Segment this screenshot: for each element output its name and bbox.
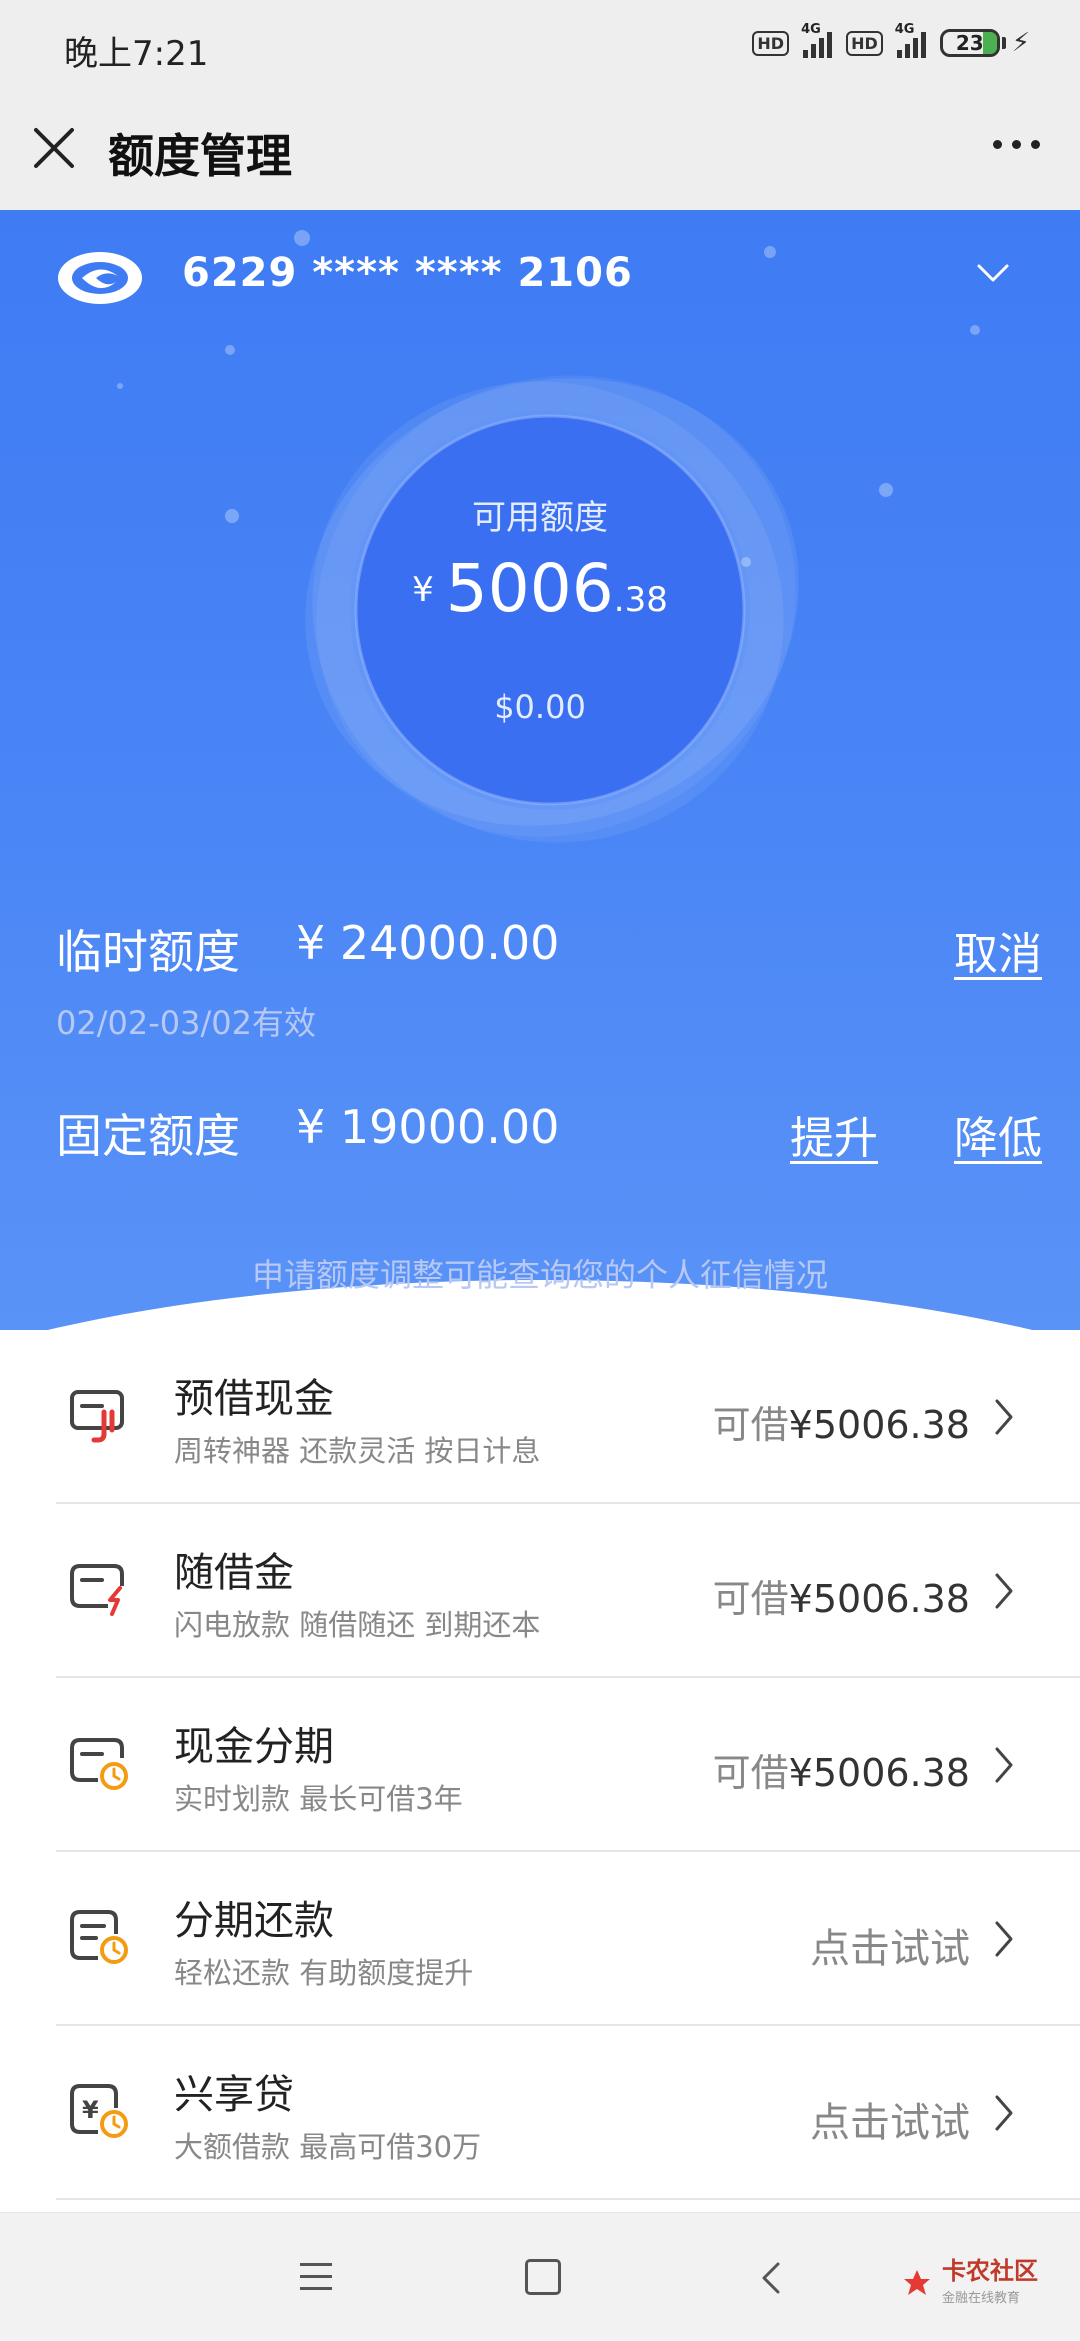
close-icon[interactable] xyxy=(30,124,78,172)
amount-integer: 5006 xyxy=(445,550,614,627)
item-value: ¥5006.38 xyxy=(788,1403,970,1447)
chevron-right-icon xyxy=(995,2095,1013,2131)
chevron-right-icon xyxy=(995,1921,1013,1957)
item-subtitle: 周转神器 还款灵活 按日计息 xyxy=(174,1434,541,1468)
fixed-limit-label: 固定额度 xyxy=(56,1109,240,1163)
list-item[interactable]: ¥ 兴享贷 大额借款 最高可借30万 点击试试 xyxy=(0,2026,1080,2200)
available-credit-label: 可用额度 xyxy=(472,498,608,538)
instant-loan-icon xyxy=(70,1564,124,1616)
usd-credit-amount: $0.00 xyxy=(494,688,586,726)
list-item[interactable]: 预借现金 周转神器 还款灵活 按日计息 可借¥5006.38 xyxy=(0,1330,1080,1504)
loan-product-list: 预借现金 周转神器 还款灵活 按日计息 可借¥5006.38 随借金 闪电放款 … xyxy=(0,1330,1080,2200)
home-icon[interactable] xyxy=(525,2259,561,2295)
item-action: 点击试试 xyxy=(810,1926,970,1972)
amount-decimal: .38 xyxy=(613,580,668,620)
nav-bar: 额度管理 xyxy=(0,98,1080,210)
temp-limit-label: 临时额度 xyxy=(56,925,240,979)
hd-icon: HD xyxy=(846,30,883,56)
cash-installment-icon xyxy=(70,1738,128,1790)
watermark-title: 卡农社区 xyxy=(942,2257,1038,2285)
status-time: 晚上7:21 xyxy=(64,34,209,74)
system-nav-bar: 卡农社区 金融在线教育 xyxy=(0,2212,1080,2341)
item-amount: 可借¥5006.38 xyxy=(713,1568,970,1623)
item-prefix: 可借 xyxy=(712,1403,789,1447)
item-amount: 可借¥5006.38 xyxy=(713,1742,970,1797)
item-subtitle: 轻松还款 有助额度提升 xyxy=(174,1956,474,1990)
status-icons: HD 4G HD 4G 23 ⚡ xyxy=(752,22,1030,58)
temp-limit-value: ¥ 24000.00 xyxy=(296,916,560,970)
raise-limit-link[interactable]: 提升 xyxy=(790,1102,878,1166)
item-title: 现金分期 xyxy=(174,1724,334,1770)
item-prefix: 可借 xyxy=(712,1751,789,1795)
chevron-right-icon xyxy=(995,1573,1013,1609)
currency-symbol: ¥ xyxy=(412,570,434,610)
charging-icon: ⚡ xyxy=(1011,28,1030,58)
battery-icon: 23 ⚡ xyxy=(939,28,1030,58)
back-icon[interactable] xyxy=(760,2261,782,2295)
list-item[interactable]: 分期还款 轻松还款 有助额度提升 点击试试 xyxy=(0,1852,1080,2026)
menu-icon[interactable] xyxy=(300,2263,332,2299)
svg-text:¥: ¥ xyxy=(82,2096,99,2124)
installment-repay-icon xyxy=(70,1910,128,1964)
signal-icon: 4G xyxy=(895,22,926,58)
item-value: ¥5006.38 xyxy=(788,1577,970,1621)
fixed-limit-value: ¥ 19000.00 xyxy=(296,1100,560,1154)
item-amount: 可借¥5006.38 xyxy=(713,1394,970,1449)
cancel-temp-limit-link[interactable]: 取消 xyxy=(954,918,1042,982)
watermark: 卡农社区 金融在线教育 xyxy=(900,2259,1038,2306)
chevron-right-icon xyxy=(995,1747,1013,1783)
more-icon[interactable] xyxy=(993,140,1040,149)
watermark-subtitle: 金融在线教育 xyxy=(942,2291,1021,2306)
page-title: 额度管理 xyxy=(108,129,292,183)
list-item[interactable]: 随借金 闪电放款 随借随还 到期还本 可借¥5006.38 xyxy=(0,1504,1080,1678)
signal-icon: 4G xyxy=(801,22,833,58)
item-subtitle: 大额借款 最高可借30万 xyxy=(174,2130,482,2164)
status-bar: 晚上7:21 HD 4G HD 4G 23 ⚡ xyxy=(0,0,1080,98)
battery-level: 23 xyxy=(955,31,984,55)
credit-card-panel: 6229 **** **** 2106 可用额度 ¥5006.38 $0.00 … xyxy=(0,210,1080,1330)
item-subtitle: 闪电放款 随借随还 到期还本 xyxy=(174,1608,541,1642)
network-type: 4G xyxy=(894,22,915,37)
credit-check-notice: 申请额度调整可能查询您的个人征信情况 xyxy=(251,1256,828,1294)
item-title: 预借现金 xyxy=(174,1376,334,1422)
item-prefix: 可借 xyxy=(712,1577,789,1621)
list-item[interactable]: 现金分期 实时划款 最长可借3年 可借¥5006.38 xyxy=(0,1678,1080,1852)
cash-advance-icon xyxy=(70,1390,124,1443)
loan-icon: ¥ xyxy=(70,2084,128,2138)
available-credit-amount: ¥5006.38 xyxy=(0,550,1080,627)
item-title: 分期还款 xyxy=(174,1898,334,1944)
network-type: 4G xyxy=(801,22,821,37)
item-value: ¥5006.38 xyxy=(788,1751,970,1795)
chevron-right-icon xyxy=(995,1399,1013,1435)
item-title: 兴享贷 xyxy=(174,2072,294,2118)
lower-limit-link[interactable]: 降低 xyxy=(954,1102,1042,1166)
watermark-logo-icon xyxy=(904,2269,930,2295)
item-title: 随借金 xyxy=(174,1550,294,1596)
hd-icon: HD xyxy=(752,30,790,56)
temp-limit-validity: 02/02-03/02有效 xyxy=(56,1004,316,1042)
item-subtitle: 实时划款 最长可借3年 xyxy=(174,1782,463,1816)
item-action: 点击试试 xyxy=(810,2100,970,2146)
